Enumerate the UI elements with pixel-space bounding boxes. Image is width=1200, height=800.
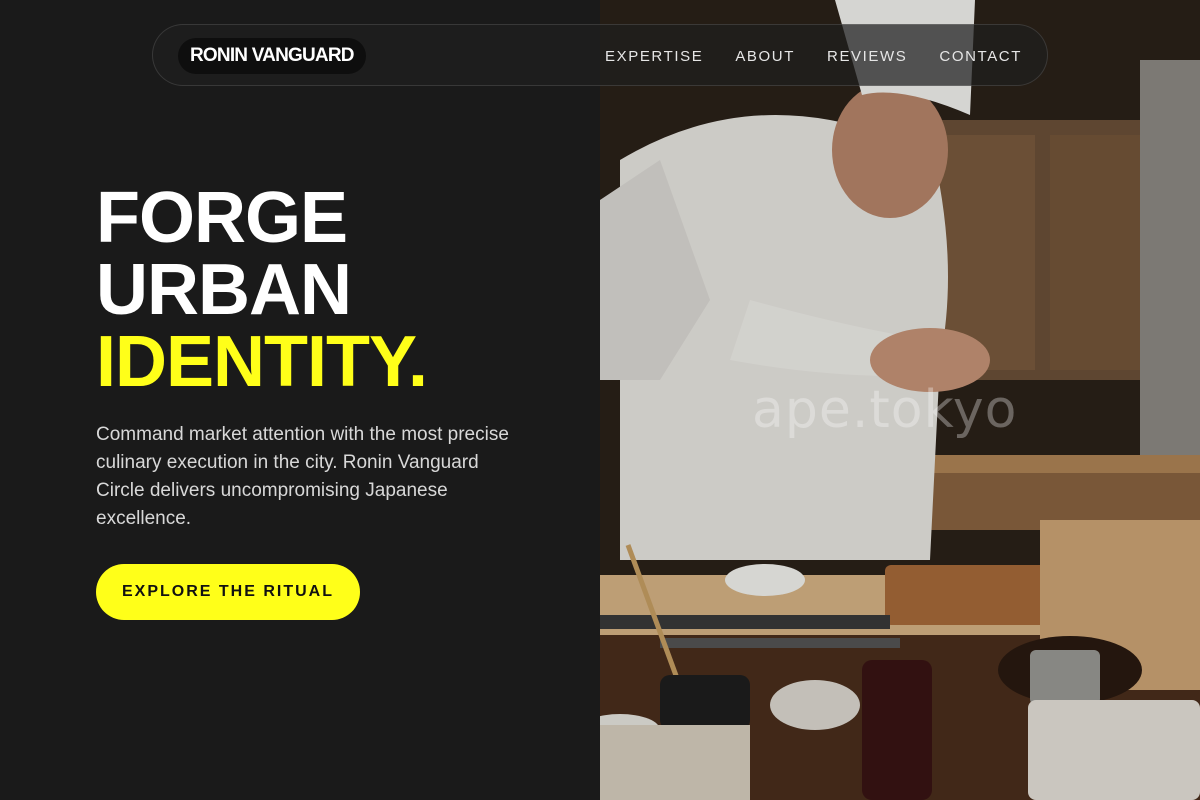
top-navigation: RONIN VANGUARD EXPERTISE ABOUT REVIEWS C… <box>152 24 1048 86</box>
landing-page: ape.tokyo RONIN VANGUARD EXPERTISE ABOUT… <box>0 0 1200 800</box>
photo-watermark: ape.tokyo <box>752 380 1018 440</box>
nav-link-about[interactable]: ABOUT <box>735 48 795 65</box>
brand-logo[interactable]: RONIN VANGUARD <box>178 38 366 74</box>
hero-description: Command market attention with the most p… <box>96 424 509 529</box>
explore-ritual-button[interactable]: EXPLORE THE RITUAL <box>96 564 360 620</box>
headline-line-1: FORGE <box>96 178 348 258</box>
nav-link-reviews[interactable]: REVIEWS <box>827 48 907 65</box>
nav-links: EXPERTISE ABOUT REVIEWS CONTACT <box>605 25 1022 87</box>
nav-link-expertise[interactable]: EXPERTISE <box>605 48 703 65</box>
hero-headline: FORGE URBAN IDENTITY. <box>96 178 428 402</box>
hero-photo: ape.tokyo <box>600 0 1200 800</box>
headline-line-3: IDENTITY. <box>96 322 428 402</box>
nav-link-contact[interactable]: CONTACT <box>939 48 1022 65</box>
headline-line-2: URBAN <box>96 250 352 330</box>
